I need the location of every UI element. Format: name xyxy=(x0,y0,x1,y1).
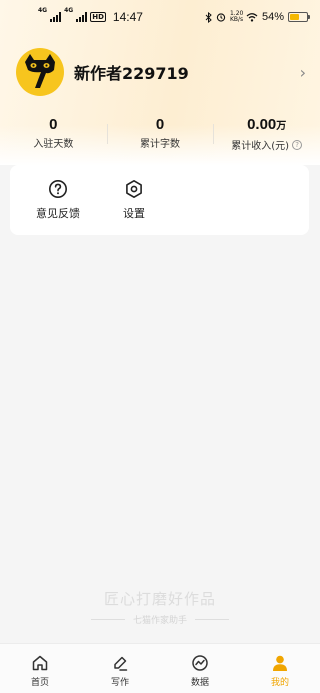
chart-icon xyxy=(192,655,208,671)
avatar[interactable] xyxy=(16,48,64,96)
stat-value: 0.00万 xyxy=(247,116,286,135)
hd-badge: HD xyxy=(90,12,106,22)
stat-unit: 万 xyxy=(276,121,287,132)
stat-value: 0 xyxy=(49,116,57,133)
settings-icon xyxy=(126,180,142,198)
stats-row: 0 入驻天数 0 累计字数 0.00万 累计收入(元)? xyxy=(0,116,320,152)
pen-icon xyxy=(114,656,128,671)
settings-button[interactable]: 设置 xyxy=(96,165,172,235)
feedback-button[interactable]: 意见反馈 xyxy=(20,165,96,235)
stat-label-text: 累计字数 xyxy=(140,139,180,150)
tab-write[interactable]: 写作 xyxy=(80,644,160,693)
battery-icon xyxy=(288,12,310,22)
settings-label: 设置 xyxy=(123,207,145,220)
cat-logo-icon xyxy=(25,54,55,88)
network-type-1: 4G xyxy=(38,7,48,14)
stat-number: 0.00 xyxy=(247,116,277,133)
signal-icon-1 xyxy=(50,12,62,22)
tab-home[interactable]: 首页 xyxy=(0,644,80,693)
slogan: 匠心打磨好作品 七猫作家助手 xyxy=(0,588,320,626)
divider xyxy=(195,619,229,620)
profile-header[interactable]: 新作者229719 › xyxy=(16,48,306,96)
network-type-2: 4G xyxy=(64,7,74,14)
tab-home-label: 首页 xyxy=(30,678,49,688)
tab-data[interactable]: 数据 xyxy=(160,644,240,693)
battery-percentage: 54% xyxy=(261,11,284,23)
slogan-main: 匠心打磨好作品 xyxy=(103,590,216,608)
username: 新作者229719 xyxy=(74,64,189,83)
stat-total-words: 0 累计字数 xyxy=(106,116,214,150)
stat-number: 0 xyxy=(49,116,58,133)
bluetooth-icon xyxy=(205,11,212,23)
status-bar: 4G 4G HD 14:47 1.20 KB/s 54% xyxy=(0,0,320,34)
slogan-sub: 七猫作家助手 xyxy=(0,613,320,626)
home-icon xyxy=(32,655,48,671)
stat-label-text: 入驻天数 xyxy=(33,139,74,150)
signal-icon-2 xyxy=(76,12,88,22)
feedback-label: 意见反馈 xyxy=(36,207,80,220)
help-icon[interactable]: ? xyxy=(292,139,303,150)
stat-label: 累计字数 xyxy=(140,135,180,150)
user-icon xyxy=(273,655,287,671)
wifi-icon xyxy=(246,13,258,22)
tools-card: 意见反馈 设置 xyxy=(10,165,309,235)
stat-label: 入驻天数 xyxy=(33,135,73,150)
clock: 14:47 xyxy=(112,10,143,24)
stat-total-income: 0.00万 累计收入(元)? xyxy=(213,116,320,152)
stat-label-text: 累计收入(元) xyxy=(231,141,290,152)
chevron-right-icon[interactable]: › xyxy=(300,63,306,82)
tab-write-label: 写作 xyxy=(110,678,129,688)
slogan-sub-text: 七猫作家助手 xyxy=(132,616,187,626)
tab-data-label: 数据 xyxy=(190,678,209,688)
stat-number: 0 xyxy=(155,116,165,133)
tab-mine[interactable]: 我的 xyxy=(240,644,320,693)
alarm-icon xyxy=(216,13,226,22)
tab-mine-label: 我的 xyxy=(270,678,289,688)
divider xyxy=(90,619,125,620)
bottom-tab-bar: 首页 写作 数据 我的 xyxy=(0,643,320,693)
network-speed-unit: KB/s xyxy=(229,16,244,23)
stat-days-joined: 0 入驻天数 xyxy=(0,116,107,150)
stat-value: 0 xyxy=(156,116,164,133)
question-icon xyxy=(49,180,67,198)
network-speed: 1.20 KB/s xyxy=(229,11,244,23)
stat-label: 累计收入(元)? xyxy=(231,137,303,152)
